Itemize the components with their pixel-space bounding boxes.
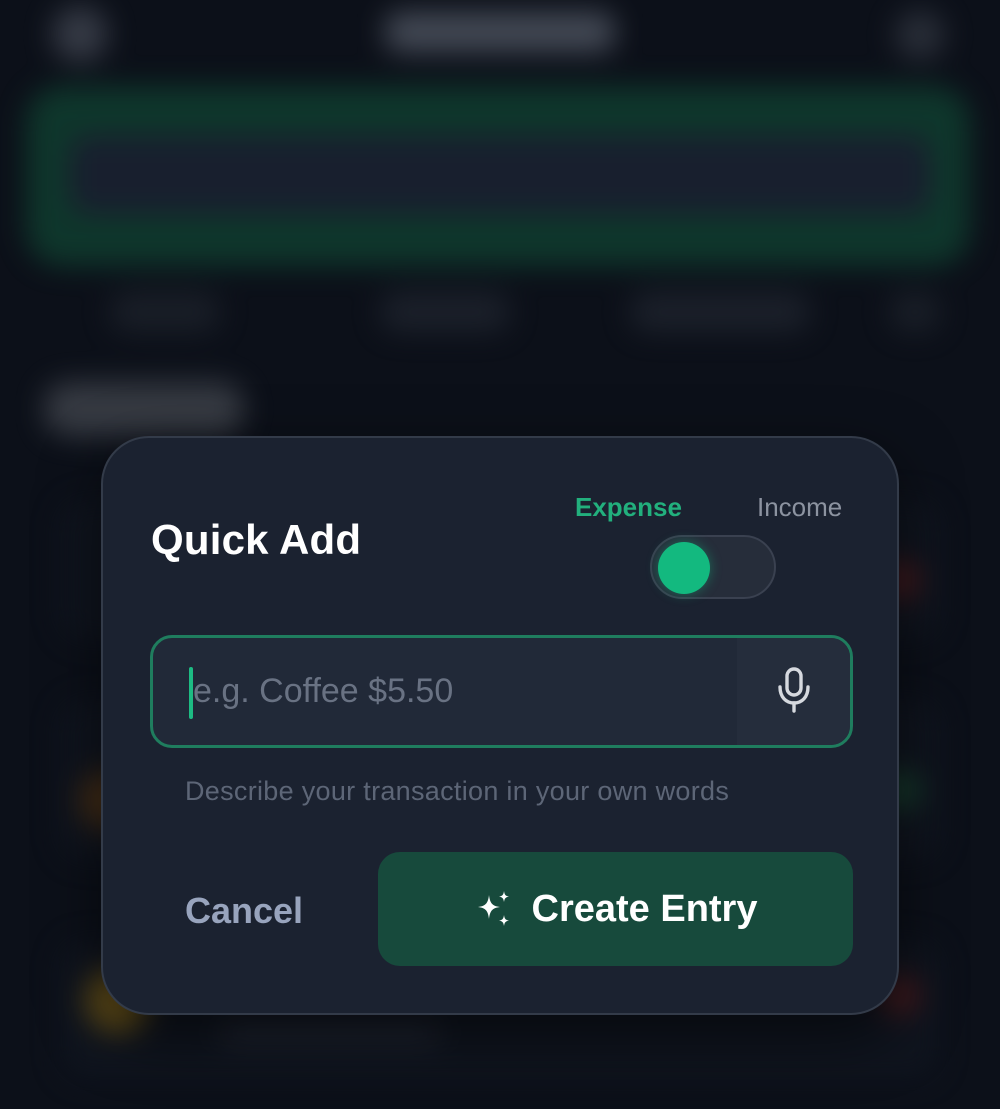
section-heading (44, 382, 244, 436)
modal-title: Quick Add (151, 516, 362, 563)
sparkle-icon (474, 889, 514, 929)
avatar (52, 6, 108, 62)
filter-chip (630, 292, 810, 332)
input-hint: Describe your transaction in your own wo… (185, 776, 730, 806)
balance-card-inner (70, 136, 930, 214)
expense-label[interactable]: Expense (575, 492, 682, 523)
filter-chip (110, 292, 220, 332)
create-entry-button[interactable]: Create Entry (378, 852, 853, 966)
text-caret (189, 667, 193, 719)
cancel-button[interactable]: Cancel (165, 886, 323, 936)
filter-chip (890, 292, 940, 332)
toggle-knob (658, 542, 710, 594)
header-title-placeholder (385, 12, 615, 52)
list-item-text (220, 1020, 440, 1046)
create-entry-label: Create Entry (531, 887, 758, 930)
transaction-input-container (150, 635, 853, 748)
quick-add-modal: Quick Add Expense Income Describe your t… (101, 436, 899, 1015)
menu-icon (895, 10, 945, 60)
microphone-icon (776, 666, 812, 718)
income-label[interactable]: Income (757, 492, 842, 523)
screen: Quick Add Expense Income Describe your t… (0, 0, 1000, 1109)
microphone-button[interactable] (737, 638, 850, 745)
transaction-input[interactable] (153, 638, 743, 745)
expense-income-toggle[interactable] (650, 535, 776, 599)
filter-chip (380, 292, 510, 332)
